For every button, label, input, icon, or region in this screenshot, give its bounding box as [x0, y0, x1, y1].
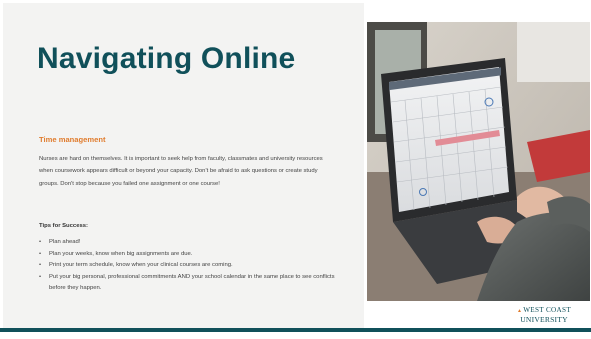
- star-icon: ▲: [516, 309, 523, 314]
- presentation-slide: Navigating Online Time management Nurses…: [0, 0, 591, 339]
- logo-line-2: UNIVERSITY: [520, 315, 568, 324]
- tip-item: Put your big personal, professional comm…: [39, 272, 339, 295]
- tips-list: Plan ahead! Plan your weeks, know when b…: [39, 237, 339, 295]
- section-heading: Time management: [39, 135, 106, 144]
- logo-line-1: WEST COAST: [523, 306, 572, 314]
- tip-item: Print your term schedule, know when your…: [39, 260, 339, 272]
- tip-item: Plan ahead!: [39, 237, 339, 249]
- university-logo: ▲WEST COAST UNIVERSITY: [514, 306, 574, 326]
- footer-bar: [0, 328, 591, 332]
- wall-shape: [517, 22, 590, 82]
- slide-title: Navigating Online: [37, 42, 296, 75]
- tip-item: Plan your weeks, know when big assignmen…: [39, 249, 339, 261]
- intro-paragraph: Nurses are hard on themselves. It is imp…: [39, 156, 323, 187]
- laptop-calendar-photo: [367, 22, 590, 301]
- tips-heading: Tips for Success:: [39, 223, 88, 229]
